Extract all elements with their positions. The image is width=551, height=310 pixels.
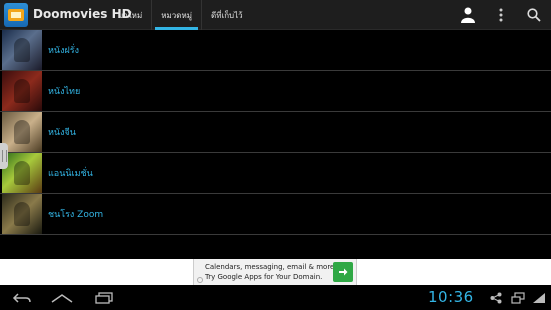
category-label: หนังไทย	[48, 87, 81, 97]
tab-saved[interactable]: ดีที่เก็บไว้	[201, 0, 252, 30]
category-thumbnail	[2, 71, 42, 111]
home-icon	[51, 293, 73, 303]
list-item[interactable]: หนังไทย	[0, 71, 551, 112]
category-label: ชนโรง Zoom	[48, 210, 104, 220]
ad-line-1: Calendars, messaging, email & more.	[205, 263, 337, 271]
category-label: หนังฝรั่ง	[48, 46, 79, 56]
ad-line-2: Try Google Apps for Your Domain.	[205, 273, 323, 281]
category-thumbnail	[2, 112, 42, 152]
account-icon[interactable]	[453, 0, 483, 30]
category-label: หนังจีน	[48, 128, 76, 138]
back-button[interactable]	[2, 285, 42, 310]
list-item[interactable]: หนังฝรั่ง	[0, 30, 551, 71]
list-item[interactable]: แอนนิเมชั่น	[0, 153, 551, 194]
category-thumbnail	[2, 194, 42, 234]
status-clock: 10:36	[428, 288, 474, 306]
ad-info-icon[interactable]	[197, 277, 203, 283]
system-bar: 10:36	[0, 285, 551, 310]
action-bar: Doomovies HD มาใหม่ หมวดหมู่ ดีที่เก็บไว…	[0, 0, 551, 30]
ad-arrow-button[interactable]	[333, 262, 353, 282]
recent-apps-button[interactable]	[84, 285, 124, 310]
drawer-handle[interactable]	[0, 143, 8, 169]
search-icon[interactable]	[519, 0, 549, 30]
app-logo-icon[interactable]	[4, 3, 28, 27]
share-icon[interactable]	[487, 285, 505, 310]
category-label: แอนนิเมชั่น	[48, 169, 93, 179]
arrow-right-icon	[339, 268, 348, 276]
list-item[interactable]: ชนโรง Zoom	[0, 194, 551, 235]
tab-bar: มาใหม่ หมวดหมู่ ดีที่เก็บไว้	[109, 0, 252, 30]
home-button[interactable]	[42, 285, 82, 310]
screen-switch-icon[interactable]	[509, 285, 527, 310]
tab-new[interactable]: มาใหม่	[109, 0, 151, 30]
ad-banner[interactable]: Calendars, messaging, email & more. Try …	[193, 259, 357, 285]
ad-strip: Calendars, messaging, email & more. Try …	[0, 259, 551, 285]
category-thumbnail	[2, 153, 42, 193]
overflow-menu-icon[interactable]	[486, 0, 516, 30]
signal-icon	[530, 285, 548, 310]
back-icon	[12, 292, 31, 303]
tab-categories[interactable]: หมวดหมู่	[151, 0, 201, 30]
list-item[interactable]: หนังจีน	[0, 112, 551, 153]
category-thumbnail	[2, 30, 42, 70]
recent-apps-icon	[95, 291, 113, 304]
category-list: หนังฝรั่ง หนังไทย หนังจีน แอนนิเมชั่น ชน…	[0, 30, 551, 235]
